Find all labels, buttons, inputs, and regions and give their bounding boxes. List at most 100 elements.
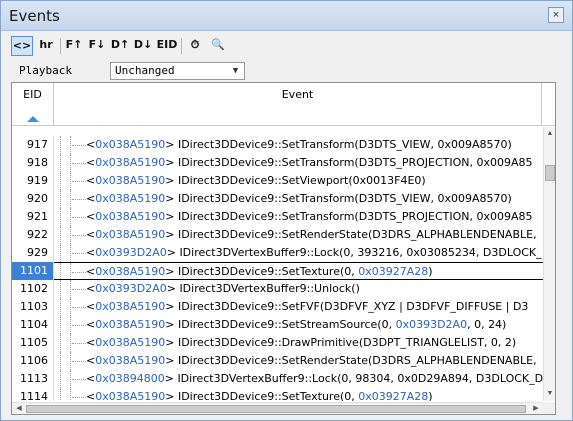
table-row[interactable]: 929 <0x0393D2A0> IDirect3DVertexBuffer9::… xyxy=(12,244,543,262)
tree-line-icon xyxy=(58,154,86,172)
table-row[interactable]: 922 <0x038A5190> IDirect3DDevice9::SetRen… xyxy=(12,226,543,244)
event-call: IDirect3DDevice9::SetStreamSource(0, xyxy=(177,318,396,331)
table-row[interactable]: 921 <0x038A5190> IDirect3DDevice9::SetTra… xyxy=(12,208,543,226)
table-row[interactable]: 1114 <0x038A5190> IDirect3DDevice9::SetTe… xyxy=(12,388,543,401)
event-call: IDirect3DDevice9::SetViewport(0x0013F4E0… xyxy=(177,174,426,187)
event-object-link[interactable]: 0x03927A28 xyxy=(358,390,428,401)
playback-select-value: Unchanged xyxy=(115,64,175,77)
event-text: <0x038A5190> IDirect3DDevice9::SetTransf… xyxy=(54,190,543,208)
tree-line-icon xyxy=(58,244,86,262)
table-row[interactable]: 1106 <0x038A5190> IDirect3DDevice9::SetRe… xyxy=(12,352,543,370)
event-eid: 1113 xyxy=(12,370,54,388)
events-table: EID Event 917 <0x038A5190> IDirect3DDevic… xyxy=(11,82,556,415)
playback-select[interactable]: Unchanged ▼ xyxy=(110,62,245,80)
tree-line-icon xyxy=(58,352,86,370)
event-eid: 1102 xyxy=(12,280,54,298)
event-call-tail: , 0, 24) xyxy=(467,318,507,331)
event-text: <0x038A5190> IDirect3DDevice9::SetFVF(D3… xyxy=(54,298,543,316)
close-button[interactable]: × xyxy=(548,7,564,23)
event-eid: 918 xyxy=(12,154,54,172)
tree-line-icon xyxy=(58,334,86,352)
horizontal-scroll-thumb[interactable] xyxy=(26,405,526,413)
toggle-view-button[interactable]: <> xyxy=(11,36,33,56)
playback-row: Playback Unchanged ▼ xyxy=(1,60,572,82)
table-row[interactable]: 917 <0x038A5190> IDirect3DDevice9::SetTra… xyxy=(12,136,543,154)
event-eid: 1101 xyxy=(12,262,54,280)
event-object-link[interactable]: 0x0393D2A0 xyxy=(396,318,468,331)
table-row[interactable]: 1101 <0x038A5190> IDirect3DDevice9::SetTe… xyxy=(12,262,543,280)
scroll-up-icon[interactable]: ▲ xyxy=(545,129,555,139)
event-address[interactable]: 0x038A5190 xyxy=(95,156,165,169)
horizontal-scrollbar[interactable]: ◀ ▶ xyxy=(12,402,543,414)
event-eid: 1104 xyxy=(12,316,54,334)
event-text: <0x038A5190> IDirect3DDevice9::SetViewpo… xyxy=(54,172,543,190)
table-row[interactable]: 920 <0x038A5190> IDirect3DDevice9::SetTra… xyxy=(12,190,543,208)
vertical-scrollbar[interactable]: ▲ ▼ xyxy=(543,127,555,401)
event-call: IDirect3DDevice9::SetTexture(0, xyxy=(177,390,359,401)
event-call: IDirect3DDevice9::DrawPrimitive(D3DPT_TR… xyxy=(177,336,517,349)
column-header-event-label: Event xyxy=(281,88,314,101)
event-address[interactable]: 0x038A5190 xyxy=(95,192,165,205)
event-call: IDirect3DDevice9::SetTransform(D3DTS_PRO… xyxy=(177,156,533,169)
event-eid: 922 xyxy=(12,226,54,244)
vertical-scroll-thumb[interactable] xyxy=(545,165,555,181)
window-title: Events xyxy=(9,7,60,25)
event-text: <0x038A5190> IDirect3DDevice9::SetRender… xyxy=(54,226,543,244)
event-address[interactable]: 0x038A5190 xyxy=(95,336,165,349)
goto-eid-button[interactable]: EID xyxy=(156,36,178,56)
table-row[interactable]: 1113 <0x03894800> IDirect3DVertexBuffer9:… xyxy=(12,370,543,388)
draw-next-button[interactable]: D↓ xyxy=(133,36,153,56)
scroll-down-icon[interactable]: ▼ xyxy=(545,389,555,399)
table-row[interactable]: 1102 <0x0393D2A0> IDirect3DVertexBuffer9:… xyxy=(12,280,543,298)
event-address[interactable]: 0x038A5190 xyxy=(95,300,165,313)
event-address[interactable]: 0x038A5190 xyxy=(95,354,165,367)
search-icon[interactable]: 🔍 xyxy=(208,36,228,56)
event-address[interactable]: 0x03894800 xyxy=(95,372,165,385)
scroll-right-icon[interactable]: ▶ xyxy=(531,403,541,414)
event-eid: 929 xyxy=(12,244,54,262)
column-header-eid-label: EID xyxy=(23,88,42,101)
event-object-link[interactable]: 0x03927A28 xyxy=(358,265,428,278)
event-eid: 1103 xyxy=(12,298,54,316)
table-row[interactable]: 1104 <0x038A5190> IDirect3DDevice9::SetSt… xyxy=(12,316,543,334)
tree-line-icon xyxy=(58,280,86,298)
event-call: IDirect3DDevice9::SetRenderState(D3DRS_A… xyxy=(177,228,537,241)
table-row[interactable]: 919 <0x038A5190> IDirect3DDevice9::SetVie… xyxy=(12,172,543,190)
event-address[interactable]: 0x038A5190 xyxy=(95,210,165,223)
event-address[interactable]: 0x038A5190 xyxy=(95,228,165,241)
column-header-event[interactable]: Event xyxy=(54,83,542,126)
event-address[interactable]: 0x038A5190 xyxy=(95,174,165,187)
event-text: <0x03894800> IDirect3DVertexBuffer9::Loc… xyxy=(54,370,543,388)
event-text: <0x038A5190> IDirect3DDevice9::SetTransf… xyxy=(54,154,543,172)
find-prev-button[interactable]: F↑ xyxy=(64,36,84,56)
event-text: <0x038A5190> IDirect3DDevice9::SetTransf… xyxy=(54,208,543,226)
event-eid: 921 xyxy=(12,208,54,226)
table-row[interactable]: 918 <0x038A5190> IDirect3DDevice9::SetTra… xyxy=(12,154,543,172)
table-header: EID Event xyxy=(12,83,555,126)
event-call: IDirect3DDevice9::SetFVF(D3DFVF_XYZ | D3… xyxy=(177,300,529,313)
find-next-button[interactable]: F↓ xyxy=(87,36,107,56)
table-row[interactable]: 1103 <0x038A5190> IDirect3DDevice9::SetFV… xyxy=(12,298,543,316)
table-row[interactable]: 1105 <0x038A5190> IDirect3DDevice9::DrawP… xyxy=(12,334,543,352)
tree-line-icon xyxy=(58,370,86,388)
event-address[interactable]: 0x0393D2A0 xyxy=(95,282,167,295)
timer-icon[interactable]: ⏱ xyxy=(185,36,205,56)
hr-button[interactable]: hr xyxy=(36,36,56,56)
sort-ascending-icon xyxy=(27,116,39,122)
event-address[interactable]: 0x0393D2A0 xyxy=(95,246,167,259)
event-address[interactable]: 0x038A5190 xyxy=(95,138,165,151)
event-call: IDirect3DDevice9::SetTexture(0, xyxy=(177,265,359,278)
event-eid: 920 xyxy=(12,190,54,208)
event-eid: 1106 xyxy=(12,352,54,370)
tree-line-icon xyxy=(58,226,86,244)
tree-line-icon xyxy=(58,298,86,316)
scroll-left-icon[interactable]: ◀ xyxy=(14,403,24,414)
event-address[interactable]: 0x038A5190 xyxy=(95,390,165,401)
event-address[interactable]: 0x038A5190 xyxy=(95,318,165,331)
event-call: IDirect3DDevice9::SetTransform(D3DTS_VIE… xyxy=(177,138,512,151)
event-address[interactable]: 0x038A5190 xyxy=(95,265,165,278)
title-bar: Events × xyxy=(1,1,572,31)
event-text: <0x038A5190> IDirect3DDevice9::SetTextur… xyxy=(54,262,543,280)
draw-prev-button[interactable]: D↑ xyxy=(110,36,130,56)
event-call-tail: ) xyxy=(428,265,433,278)
